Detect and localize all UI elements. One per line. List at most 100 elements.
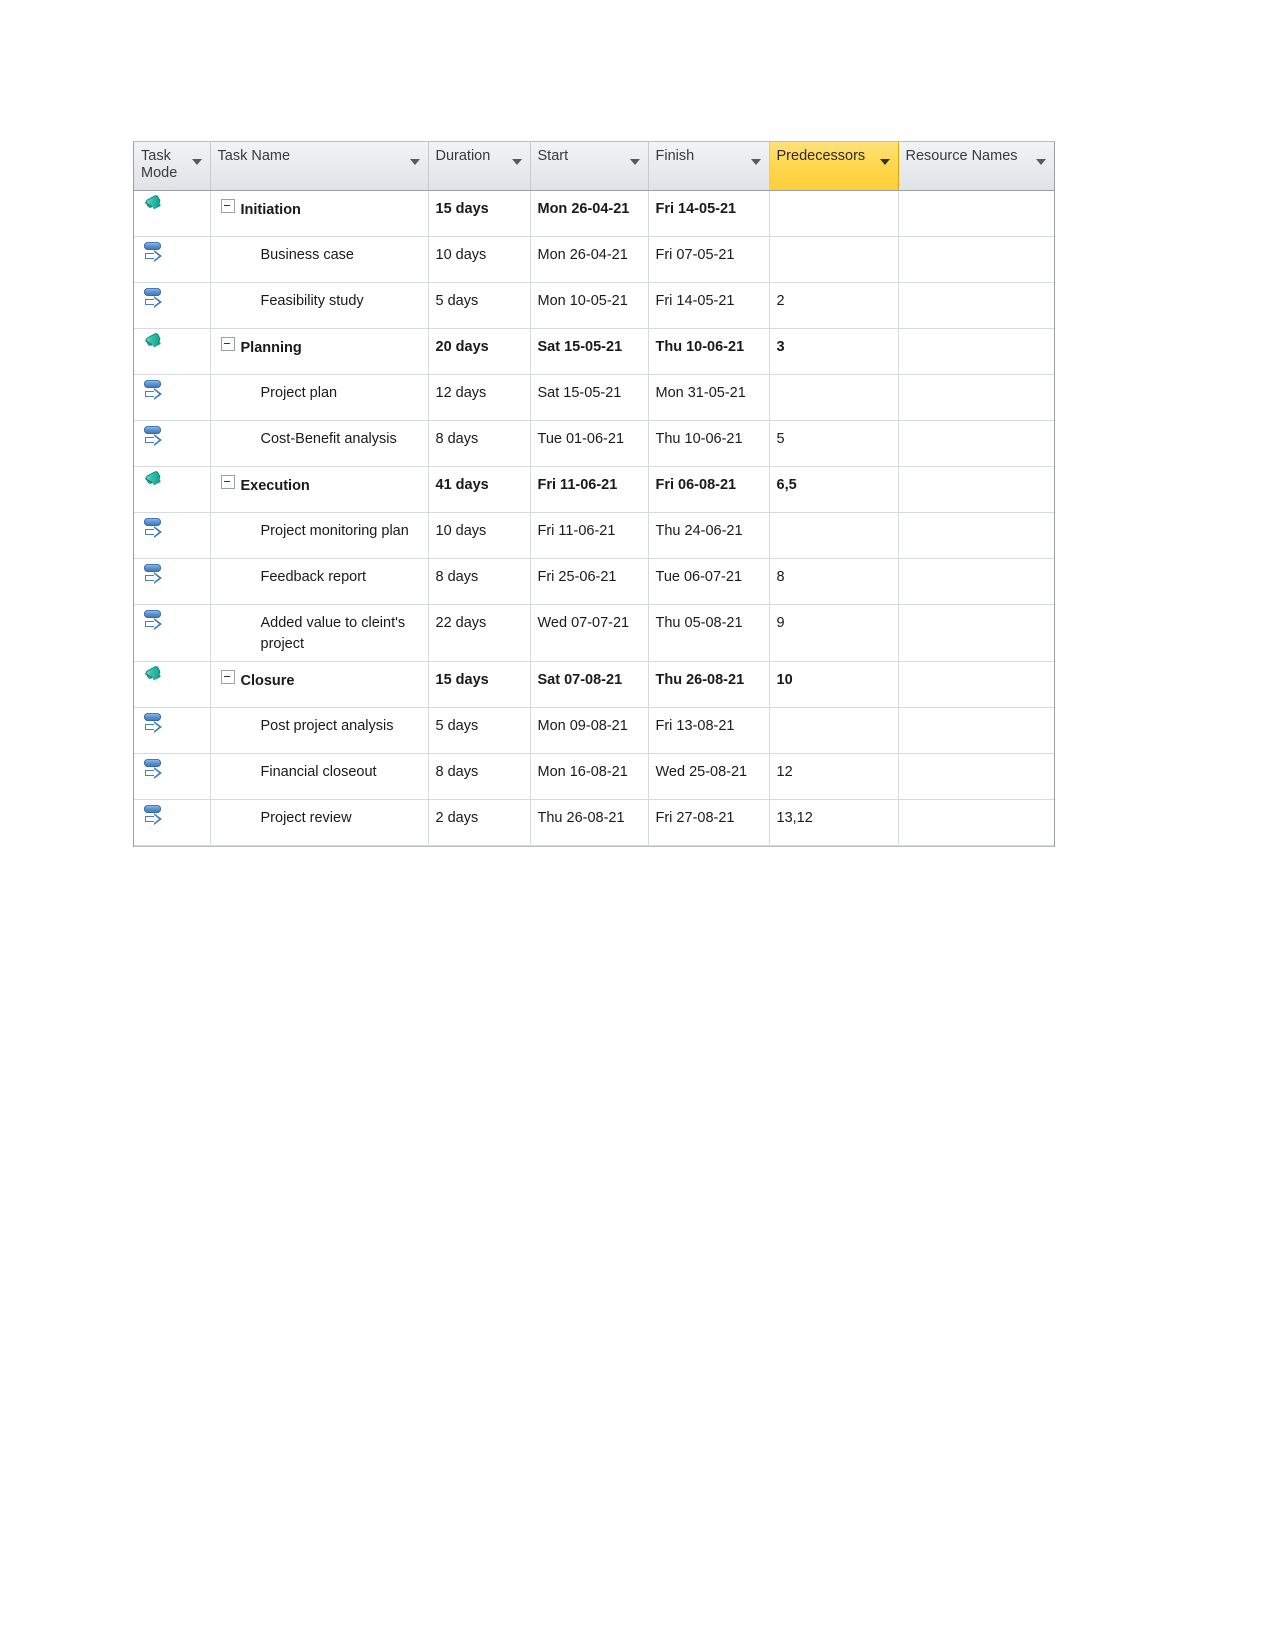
cell-resource-names[interactable] [898,466,1054,513]
cell-predecessors[interactable]: 6,5 [769,466,899,513]
cell-task-name[interactable]: Project monitoring plan [210,512,429,559]
cell-task-mode[interactable] [134,374,211,421]
cell-resource-names[interactable] [898,661,1054,708]
table-row[interactable]: Closure 15 days Sat 07-08-21 Thu 26-08-21 10 [134,661,1054,708]
cell-start[interactable]: Mon 10-05-21 [530,282,649,329]
cell-duration[interactable]: 15 days [428,190,531,237]
table-row[interactable]: Business case 10 days Mon 26-04-21 Fri 07-0… [134,236,1054,283]
cell-predecessors[interactable]: 5 [769,420,899,467]
cell-start[interactable]: Sat 07-08-21 [530,661,649,708]
cell-task-name[interactable]: Cost-Benefit analysis [210,420,429,467]
table-row[interactable]: Feasibility study 5 days Mon 10-05-21 Fri 1… [134,282,1054,329]
cell-task-mode[interactable] [134,753,211,800]
chevron-down-icon[interactable] [750,159,761,165]
cell-resource-names[interactable] [898,799,1054,846]
cell-start[interactable]: Fri 25-06-21 [530,558,649,605]
cell-task-mode[interactable] [134,420,211,467]
collapse-minus-icon[interactable] [220,474,235,489]
cell-task-mode[interactable] [134,466,211,513]
cell-predecessors[interactable] [769,707,899,754]
collapse-minus-icon[interactable] [220,198,235,213]
chevron-down-icon[interactable] [629,159,640,165]
cell-finish[interactable]: Thu 05-08-21 [648,604,770,662]
cell-finish[interactable]: Wed 25-08-21 [648,753,770,800]
cell-duration[interactable]: 12 days [428,374,531,421]
cell-task-mode[interactable] [134,282,211,329]
cell-duration[interactable]: 8 days [428,753,531,800]
cell-start[interactable]: Mon 16-08-21 [530,753,649,800]
cell-duration[interactable]: 5 days [428,707,531,754]
cell-start[interactable]: Fri 11-06-21 [530,466,649,513]
table-row[interactable]: Project plan 12 days Sat 15-05-21 Mon 31-05… [134,374,1054,421]
table-row[interactable]: Execution 41 days Fri 11-06-21 Fri 06-08-21… [134,466,1054,513]
column-header-start[interactable]: Start [530,142,649,191]
column-header-finish[interactable]: Finish [648,142,770,191]
cell-predecessors[interactable] [769,236,899,283]
cell-task-name[interactable]: Closure [210,661,429,708]
cell-duration[interactable]: 5 days [428,282,531,329]
chevron-down-icon[interactable] [409,159,420,165]
cell-finish[interactable]: Fri 13-08-21 [648,707,770,754]
cell-start[interactable]: Sat 15-05-21 [530,328,649,375]
chevron-down-icon[interactable] [1036,159,1046,165]
cell-resource-names[interactable] [898,420,1054,467]
cell-task-mode[interactable] [134,558,211,605]
cell-duration[interactable]: 10 days [428,512,531,559]
column-header-duration[interactable]: Duration [428,142,531,191]
cell-task-mode[interactable] [134,604,211,662]
cell-duration[interactable]: 20 days [428,328,531,375]
cell-predecessors[interactable]: 12 [769,753,899,800]
cell-duration[interactable]: 41 days [428,466,531,513]
cell-predecessors[interactable]: 10 [769,661,899,708]
cell-resource-names[interactable] [898,282,1054,329]
cell-duration[interactable]: 2 days [428,799,531,846]
column-header-resource_names[interactable]: Resource Names [898,142,1054,191]
cell-task-name[interactable]: Project review [210,799,429,846]
cell-resource-names[interactable] [898,374,1054,421]
cell-resource-names[interactable] [898,707,1054,754]
cell-finish[interactable]: Fri 07-05-21 [648,236,770,283]
cell-finish[interactable]: Thu 10-06-21 [648,420,770,467]
cell-start[interactable]: Thu 26-08-21 [530,799,649,846]
cell-predecessors[interactable]: 2 [769,282,899,329]
cell-predecessors[interactable] [769,374,899,421]
cell-finish[interactable]: Thu 10-06-21 [648,328,770,375]
cell-duration[interactable]: 15 days [428,661,531,708]
cell-task-name[interactable]: Planning [210,328,429,375]
cell-start[interactable]: Fri 11-06-21 [530,512,649,559]
cell-task-name[interactable]: Initiation [210,190,429,237]
cell-predecessors[interactable]: 9 [769,604,899,662]
cell-finish[interactable]: Thu 24-06-21 [648,512,770,559]
chevron-down-icon[interactable] [511,159,522,165]
cell-start[interactable]: Sat 15-05-21 [530,374,649,421]
cell-resource-names[interactable] [898,190,1054,237]
cell-duration[interactable]: 22 days [428,604,531,662]
cell-start[interactable]: Mon 26-04-21 [530,190,649,237]
cell-finish[interactable]: Fri 14-05-21 [648,282,770,329]
table-row[interactable]: Cost-Benefit analysis 8 days Tue 01-06-21 T… [134,420,1054,467]
cell-finish[interactable]: Fri 06-08-21 [648,466,770,513]
cell-resource-names[interactable] [898,236,1054,283]
cell-task-mode[interactable] [134,707,211,754]
cell-predecessors[interactable]: 8 [769,558,899,605]
chevron-down-icon[interactable] [191,159,202,165]
cell-duration[interactable]: 8 days [428,420,531,467]
cell-task-name[interactable]: Added value to cleint's project [210,604,429,662]
cell-task-name[interactable]: Feedback report [210,558,429,605]
cell-finish[interactable]: Thu 26-08-21 [648,661,770,708]
cell-start[interactable]: Mon 09-08-21 [530,707,649,754]
cell-finish[interactable]: Mon 31-05-21 [648,374,770,421]
column-header-task_mode[interactable]: Task Mode [134,142,211,191]
cell-task-name[interactable]: Financial closeout [210,753,429,800]
cell-predecessors[interactable] [769,190,899,237]
cell-duration[interactable]: 8 days [428,558,531,605]
table-row[interactable]: Project monitoring plan 10 days Fri 11-06-… [134,512,1054,559]
table-row[interactable]: Post project analysis 5 days Mon 09-08-21 F… [134,707,1054,754]
cell-start[interactable]: Tue 01-06-21 [530,420,649,467]
chevron-down-icon[interactable] [879,159,890,165]
cell-start[interactable]: Mon 26-04-21 [530,236,649,283]
collapse-minus-icon[interactable] [220,336,235,351]
table-row[interactable]: Financial closeout 8 days Mon 16-08-21 Wed … [134,753,1054,800]
cell-resource-names[interactable] [898,512,1054,559]
cell-task-name[interactable]: Business case [210,236,429,283]
